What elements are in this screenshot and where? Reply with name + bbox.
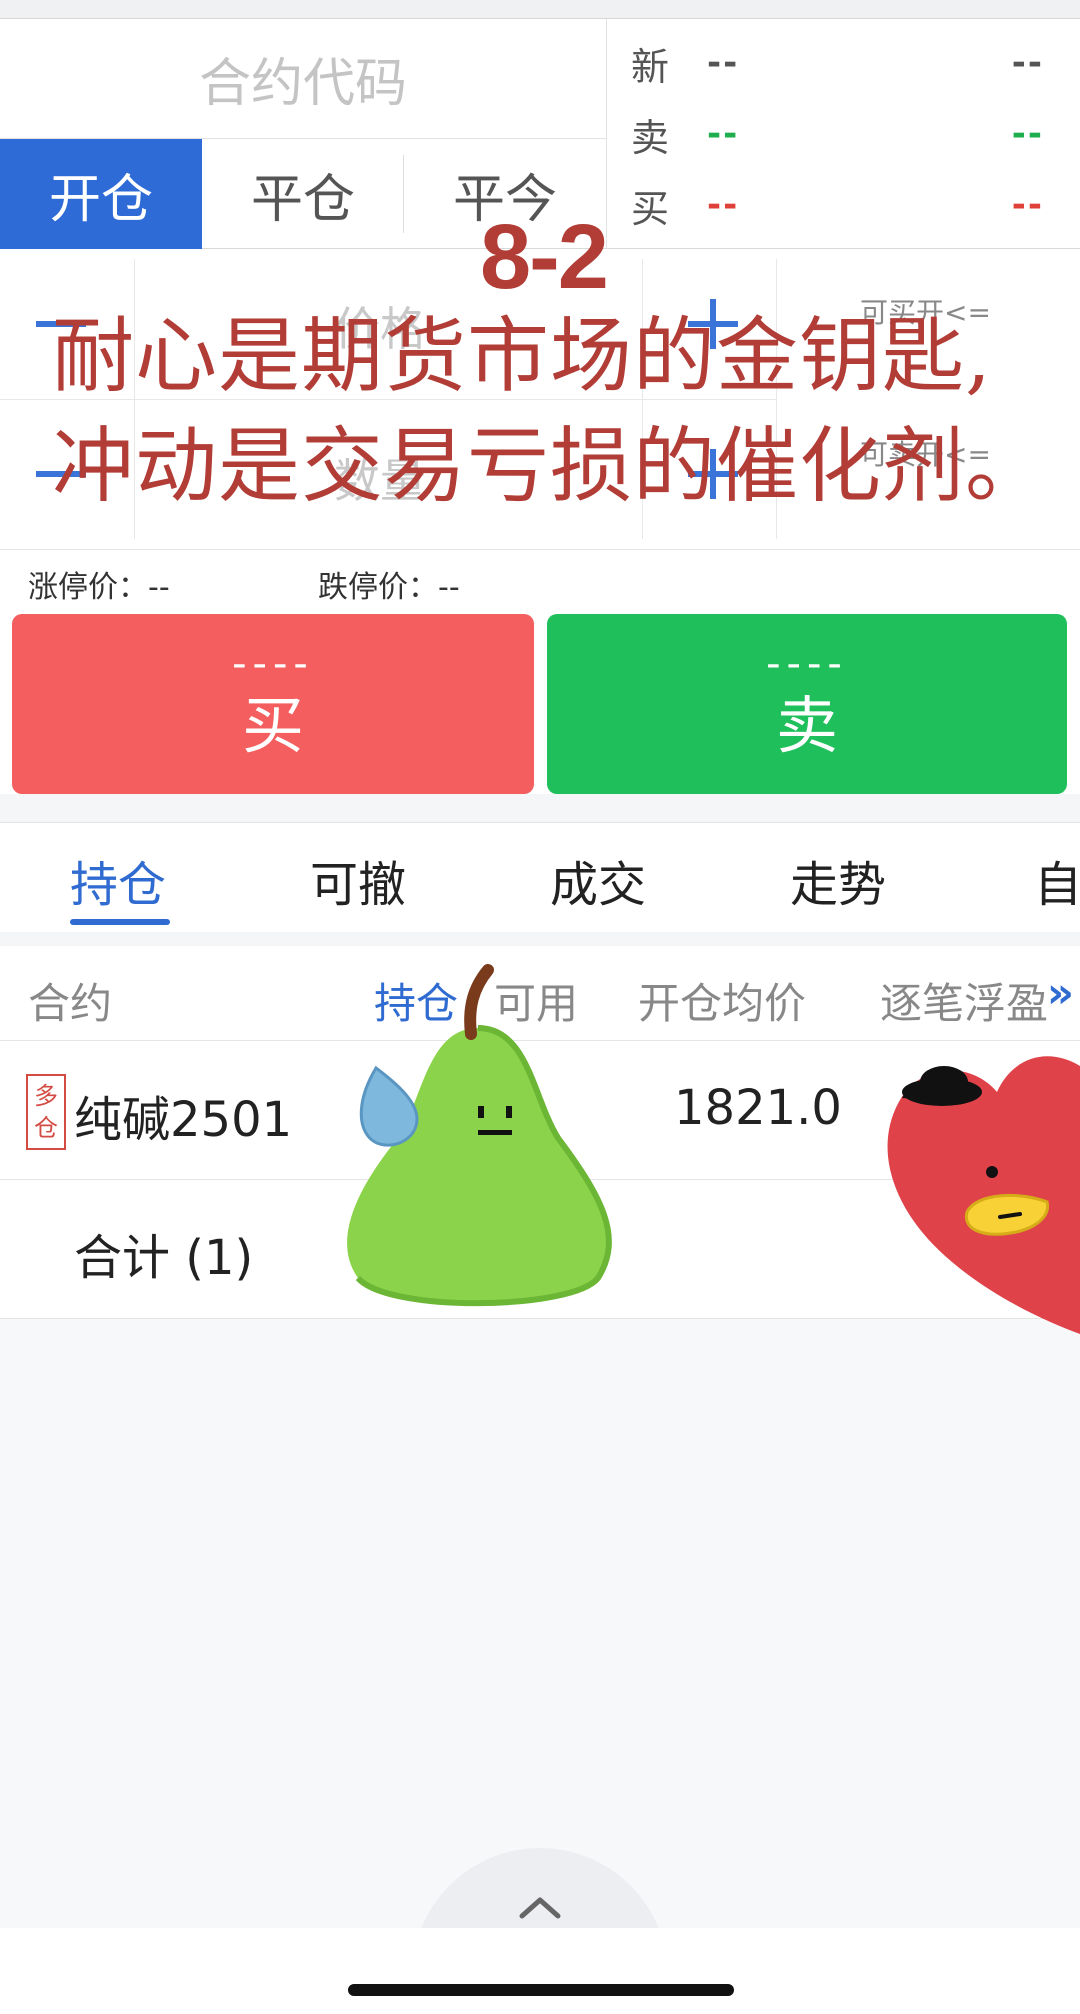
row-open-avg-price: 1821.0: [674, 1080, 842, 1136]
long-tag-top: 多: [34, 1082, 58, 1110]
sell-label: 卖: [775, 689, 838, 762]
tab-close-position-label: 平仓: [250, 169, 355, 230]
position-tabs: 持仓 可撤 成交 走势 自: [0, 822, 1080, 932]
buy-label: 买: [241, 689, 304, 762]
bottom-bar: [0, 1928, 1080, 2014]
buy-button[interactable]: ---- 买: [12, 614, 534, 794]
overlay-caption: 耐心是期货市场的金钥匙, 冲动是交易亏损的催化剂。: [52, 302, 1048, 522]
quote-ask-volume: --: [1011, 114, 1044, 154]
double-chevron-right-icon[interactable]: »: [1047, 968, 1074, 1017]
empty-list-area: [0, 1319, 1080, 1929]
heart-sticker: [887, 1056, 1080, 1334]
tab-open-position[interactable]: 开仓: [0, 139, 202, 249]
long-position-tag: 多 仓: [26, 1074, 66, 1150]
header-float-pnl: 逐笔浮盈: [880, 979, 1049, 1028]
quote-last-change: --: [1011, 43, 1044, 83]
limit-down-price: 跌停价：--: [318, 570, 460, 605]
home-indicator[interactable]: [348, 1984, 734, 1996]
status-strip: [0, 0, 1080, 19]
sell-button[interactable]: ---- 卖: [547, 614, 1067, 794]
pear-sticker: [347, 964, 612, 1307]
tab-close-position[interactable]: 平仓: [202, 139, 404, 249]
long-tag-bottom: 仓: [34, 1114, 58, 1142]
quote-row-bid: 买 -- --: [607, 170, 1080, 240]
total-row-label: 合计 (1): [74, 1230, 254, 1286]
quote-last-value: --: [707, 43, 740, 83]
limit-up-price: 涨停价：--: [28, 570, 170, 605]
overlay-badge: 8-2: [480, 206, 609, 308]
quote-ask-price: --: [707, 114, 740, 154]
row-contract: 纯碱2501: [74, 1092, 293, 1148]
tab-positions[interactable]: 持仓: [70, 845, 166, 915]
tab-custom[interactable]: 自: [1034, 845, 1080, 915]
quote-bid-price: --: [707, 185, 740, 225]
header-contract: 合约: [28, 979, 113, 1028]
overlay-caption-line-1: 耐心是期货市场的金钥匙,: [52, 309, 993, 404]
limit-price-row: 涨停价：-- 跌停价：--: [0, 550, 1080, 610]
quote-label-ask: 卖: [631, 115, 670, 160]
buy-price: ----: [232, 641, 314, 687]
quote-bid-volume: --: [1011, 185, 1044, 225]
tab-trend[interactable]: 走势: [790, 845, 886, 915]
contract-code-input[interactable]: 合约代码: [0, 19, 606, 139]
quote-label-bid: 买: [631, 186, 670, 231]
active-tab-indicator: [70, 919, 170, 925]
quote-row-ask: 卖 -- --: [607, 99, 1080, 169]
tab-trades[interactable]: 成交: [550, 845, 646, 915]
header-open-avg-price: 开仓均价: [638, 979, 807, 1028]
quote-row-last: 新 -- --: [607, 28, 1080, 98]
trade-button-area: ---- 买 ---- 卖: [0, 610, 1080, 794]
quote-label-last: 新: [631, 44, 670, 89]
sell-price: ----: [766, 641, 848, 687]
overlay-caption-line-2: 冲动是交易亏损的催化剂。: [52, 419, 1049, 514]
tab-cancelable[interactable]: 可撤: [310, 845, 406, 915]
quote-box: 新 -- -- 卖 -- -- 买 -- --: [607, 19, 1080, 249]
chevron-up-icon[interactable]: [518, 1886, 562, 1930]
